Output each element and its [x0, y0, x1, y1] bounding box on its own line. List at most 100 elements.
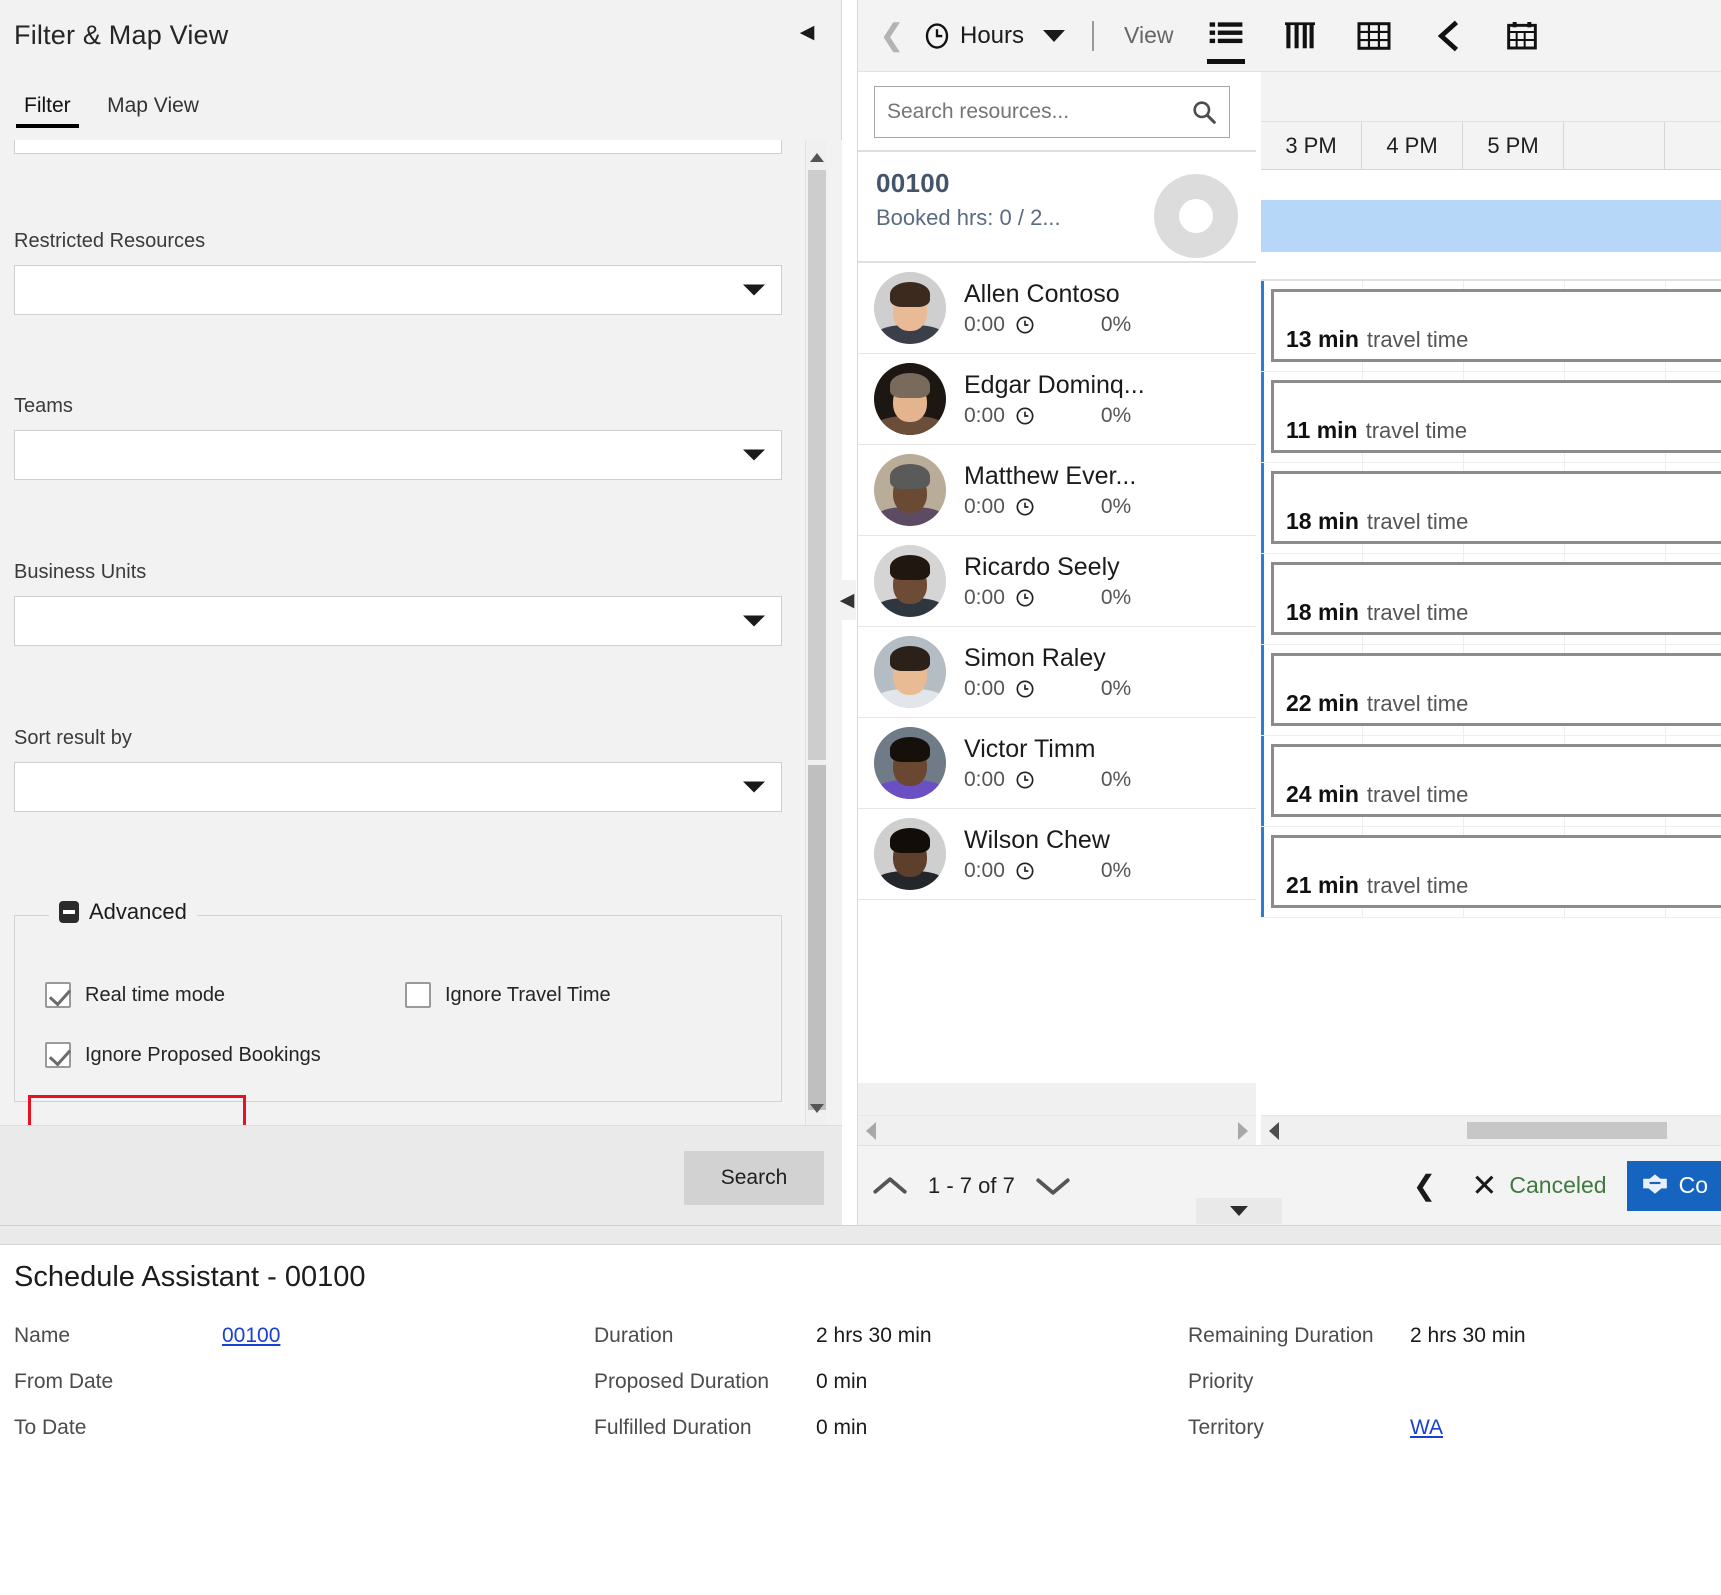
travel-minutes: 21 min — [1286, 872, 1359, 898]
panel-resize-handle[interactable]: ◀ — [838, 580, 856, 620]
list-item-meta: Victor Timm 0:00 0% — [946, 735, 1240, 792]
toolbar-back-icon[interactable]: ❮ — [870, 0, 914, 72]
checkbox-checked-icon[interactable] — [45, 982, 71, 1008]
advanced-legend[interactable]: Advanced — [49, 899, 197, 925]
checkbox-checked-icon[interactable] — [45, 1042, 71, 1068]
list-item[interactable]: Matthew Ever... 0:00 0% — [858, 445, 1256, 536]
scrollbar-thumb[interactable] — [808, 170, 826, 760]
grid-view-icon[interactable] — [1337, 0, 1411, 72]
calendar-icon[interactable] — [1485, 0, 1559, 72]
schedule-toolbar: ❮ Hours View — [858, 0, 1721, 72]
scroll-up-icon[interactable] — [806, 146, 828, 168]
timeline-row[interactable]: 18 min travel time — [1261, 463, 1721, 554]
collapse-minus-icon[interactable] — [59, 901, 79, 923]
timeline-hour-header: 3 PM 4 PM 5 PM — [1261, 122, 1721, 170]
list-item[interactable]: Victor Timm 0:00 0% — [858, 718, 1256, 809]
expand-details-icon[interactable] — [1196, 1198, 1282, 1224]
resource-list-hscrollbar[interactable] — [858, 1115, 1256, 1145]
timeline-hour-cell[interactable]: 5 PM — [1463, 122, 1564, 169]
tab-map-view[interactable]: Map View — [91, 88, 215, 128]
search-icon[interactable] — [1191, 99, 1217, 125]
select-sort-result-by[interactable] — [14, 762, 782, 812]
travel-label: travel time — [1366, 782, 1469, 807]
search-button[interactable]: Search — [684, 1151, 824, 1205]
scroll-left-icon[interactable] — [1269, 1122, 1279, 1140]
partial-field-above[interactable] — [14, 140, 782, 154]
territory-link[interactable]: WA — [1410, 1416, 1443, 1439]
checkbox-ignore-proposed-bookings[interactable]: Ignore Proposed Bookings — [45, 1042, 321, 1068]
select-teams[interactable] — [14, 430, 782, 480]
detail-label-fulfilled-duration: Fulfilled Duration — [594, 1416, 752, 1439]
travel-time-card[interactable]: 11 min travel time — [1271, 380, 1721, 453]
footer-back-icon[interactable]: ❮ — [1391, 1169, 1457, 1202]
record-link[interactable]: 00100 — [222, 1324, 280, 1347]
scrollbar-thumb-secondary[interactable] — [808, 765, 826, 1110]
scroll-right-icon[interactable] — [1238, 1122, 1248, 1140]
list-item-meta: Allen Contoso 0:00 0% — [946, 280, 1240, 337]
detail-row: Name 00100 Duration 2 hrs 30 min Remaini… — [0, 1313, 1721, 1359]
gantt-view-icon[interactable] — [1263, 0, 1337, 72]
resource-search-bar — [858, 72, 1256, 152]
travel-label: travel time — [1366, 509, 1469, 534]
resource-hours: 0:00 — [964, 494, 1005, 518]
tab-filter[interactable]: Filter — [8, 88, 87, 128]
list-item-meta: Simon Raley 0:00 0% — [946, 644, 1240, 701]
detail-label-duration: Duration — [594, 1324, 674, 1347]
scrollbar-thumb[interactable] — [1467, 1122, 1667, 1139]
filter-panel-footer: Search — [0, 1125, 842, 1225]
timeline-hour-cell[interactable]: 3 PM — [1261, 122, 1362, 169]
list-item[interactable]: Edgar Dominq... 0:00 0% — [858, 354, 1256, 445]
resource-list: Allen Contoso 0:00 0% Edgar Dominq... 0:… — [858, 263, 1256, 1083]
page-next-icon[interactable] — [1021, 1175, 1085, 1197]
travel-time-card[interactable]: 24 min travel time — [1271, 744, 1721, 817]
timeline-row[interactable]: 18 min travel time — [1261, 554, 1721, 645]
timeline-requirement-row[interactable] — [1261, 170, 1721, 281]
checkbox-real-time-mode[interactable]: Real time mode — [45, 982, 225, 1008]
page-prev-icon[interactable] — [858, 1175, 922, 1197]
list-item[interactable]: Allen Contoso 0:00 0% — [858, 263, 1256, 354]
travel-time-card[interactable]: 18 min travel time — [1271, 471, 1721, 544]
resource-column: 00100 Booked hrs: 0 / 2... Allen Contoso… — [858, 72, 1256, 1145]
clock-icon — [1015, 315, 1035, 335]
list-item[interactable]: Wilson Chew 0:00 0% — [858, 809, 1256, 900]
scroll-left-icon[interactable] — [866, 1122, 876, 1140]
timeline-row[interactable]: 21 min travel time — [1261, 827, 1721, 918]
requirement-time-band[interactable] — [1261, 200, 1721, 252]
list-item[interactable]: Simon Raley 0:00 0% — [858, 627, 1256, 718]
caret-down-icon[interactable] — [1030, 0, 1078, 72]
travel-time-card[interactable]: 22 min travel time — [1271, 653, 1721, 726]
filter-panel-scrollbar[interactable] — [805, 140, 827, 1125]
pagination-label: 1 - 7 of 7 — [928, 1172, 1015, 1198]
commit-button[interactable]: Co — [1626, 1160, 1721, 1211]
requirement-header-row[interactable]: 00100 Booked hrs: 0 / 2... — [858, 152, 1256, 263]
select-business-units[interactable] — [14, 596, 782, 646]
timeline-row[interactable]: 22 min travel time — [1261, 645, 1721, 736]
search-input[interactable] — [887, 100, 1191, 124]
travel-time-card[interactable]: 13 min travel time — [1271, 289, 1721, 362]
timeline-row[interactable]: 24 min travel time — [1261, 736, 1721, 827]
timeline-hour-cell[interactable]: 4 PM — [1362, 122, 1463, 169]
timeline-row[interactable]: 11 min travel time — [1261, 372, 1721, 463]
scroll-down-icon[interactable] — [806, 1097, 828, 1119]
travel-time-card[interactable]: 18 min travel time — [1271, 562, 1721, 635]
timeline-hscrollbar[interactable] — [1261, 1115, 1721, 1145]
detail-title: Schedule Assistant - 00100 — [14, 1261, 366, 1293]
resource-hours: 0:00 — [964, 676, 1005, 700]
timeline-hour-cell-partial[interactable] — [1564, 122, 1665, 169]
cancel-button[interactable]: ✕ Canceled — [1457, 1170, 1620, 1201]
travel-time-card[interactable]: 21 min travel time — [1271, 835, 1721, 908]
checkbox-unchecked-icon[interactable] — [405, 982, 431, 1008]
collapse-panel-icon[interactable]: ◀ — [795, 20, 819, 44]
avatar — [874, 818, 946, 890]
chevron-left-icon[interactable] — [1411, 0, 1485, 72]
clock-icon — [1015, 497, 1035, 517]
search-resources-box[interactable] — [874, 86, 1230, 138]
toolbar-unit-label[interactable]: Hours — [960, 0, 1030, 72]
list-view-icon[interactable] — [1189, 0, 1263, 72]
travel-minutes: 11 min — [1286, 417, 1358, 443]
timeline-row[interactable]: 13 min travel time — [1261, 281, 1721, 372]
checkbox-ignore-travel-time[interactable]: Ignore Travel Time — [405, 982, 611, 1008]
select-restricted-resources[interactable] — [14, 265, 782, 315]
field-teams: Teams — [14, 395, 782, 480]
list-item[interactable]: Ricardo Seely 0:00 0% — [858, 536, 1256, 627]
